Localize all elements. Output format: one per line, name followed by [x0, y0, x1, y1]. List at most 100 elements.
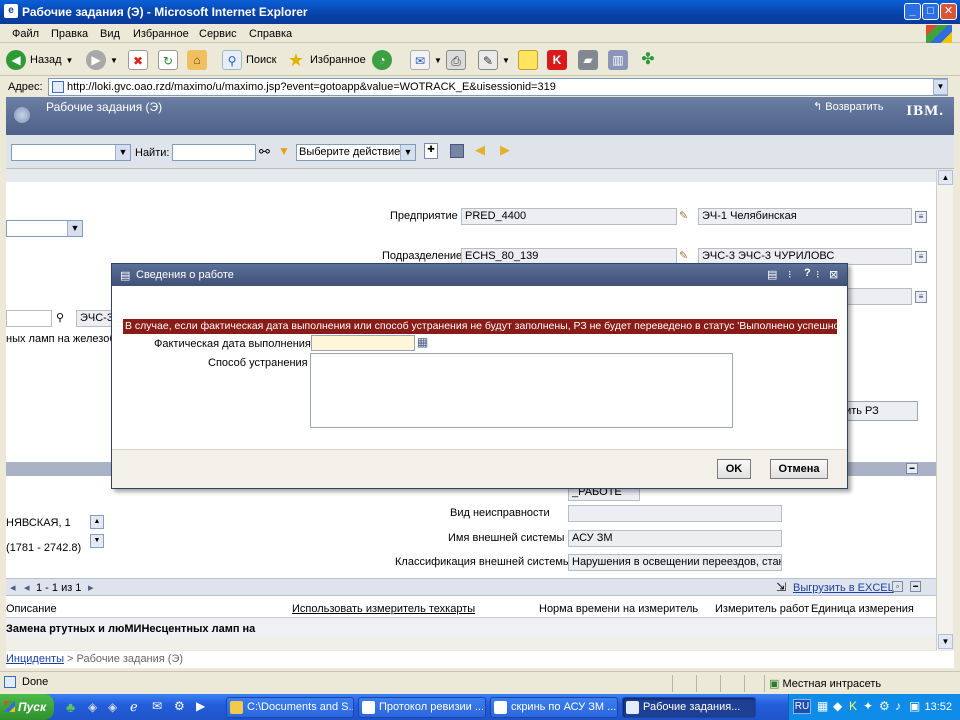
search-button[interactable]: ⚲ Поиск — [222, 49, 276, 71]
stop-button[interactable]: ✖ — [128, 49, 148, 71]
prev-row-icon[interactable]: ◂ — [24, 581, 30, 594]
dialog-menu-icon[interactable]: ⁝ — [788, 268, 792, 281]
save-icon[interactable] — [450, 144, 464, 158]
tray-kaspersky-icon[interactable]: K — [849, 699, 857, 713]
find-input[interactable] — [172, 144, 256, 161]
left-code-field[interactable]: ЭЧС-3 — [76, 310, 112, 327]
tool-button[interactable]: ▰ — [578, 49, 598, 71]
col-time-norm[interactable]: Норма времени на измеритель — [539, 603, 698, 615]
lookup-icon[interactable]: ≡ — [915, 291, 927, 303]
breadcrumb-parent[interactable]: Инциденты — [6, 653, 64, 665]
actual-date-input[interactable] — [311, 335, 415, 351]
scroll-down-icon[interactable]: ▼ — [90, 534, 104, 548]
return-link[interactable]: ↰ Возвратить — [813, 100, 883, 113]
menu-edit[interactable]: Правка — [51, 28, 88, 40]
lookup-icon[interactable]: ≡ — [915, 251, 927, 263]
prev-page-icon[interactable]: ◂ — [10, 581, 16, 594]
query-select[interactable]: ▼ — [11, 144, 131, 161]
ext-class-field[interactable]: Нарушения в освещении переездов, станци — [568, 554, 782, 571]
lookup-icon[interactable]: ≡ — [915, 211, 927, 223]
tray-volume-icon[interactable]: ♪ — [895, 699, 901, 713]
history-button[interactable]: ◔ — [372, 49, 392, 71]
research-button[interactable]: ▥ — [608, 49, 628, 71]
address-dropdown-button[interactable]: ▼ — [933, 79, 948, 95]
task-word-protocol[interactable]: Протокол ревизии ... — [358, 697, 486, 718]
horizontal-scrollbar[interactable] — [6, 638, 936, 650]
menu-favorites[interactable]: Избранное — [133, 28, 189, 40]
table-row[interactable]: Замена ртутных и люМИНесцентных ламп на — [6, 617, 936, 639]
dialog-close-icon[interactable]: ⊠ — [829, 268, 838, 281]
quicklaunch-app-icon[interactable]: ◈ — [88, 700, 97, 714]
mail-button[interactable]: ✉ ▼ — [410, 49, 442, 71]
task-ie-workorders[interactable]: Рабочие задания... — [622, 697, 756, 718]
messenger-button[interactable]: ✤ — [638, 49, 658, 71]
vertical-scrollbar[interactable]: ▲ ▼ — [936, 170, 953, 650]
binoculars-icon[interactable]: ⚯ — [259, 144, 270, 160]
menu-tools[interactable]: Сервис — [199, 28, 237, 40]
export-excel-link[interactable]: Выгрузить в EXCEL — [793, 582, 894, 594]
detail-menu-icon[interactable]: ✎ — [679, 249, 688, 262]
minimize-button[interactable]: _ — [904, 3, 921, 20]
tray-network-icon[interactable]: ▦ — [817, 699, 828, 713]
table-settings-icon[interactable]: ▫ — [892, 581, 903, 592]
address-input[interactable]: http://loki.gvc.oao.rzd/maximo/u/maximo.… — [48, 78, 948, 96]
task-word-screens[interactable]: скринь по АСУ ЗМ ... — [490, 697, 618, 718]
collapse-icon[interactable]: ━ — [910, 581, 921, 592]
quicklaunch-app-icon[interactable]: ◈ — [108, 700, 117, 714]
maximize-button[interactable]: □ — [922, 3, 939, 20]
dialog-help-icon[interactable]: ? — [804, 267, 811, 279]
enterprise-name-field[interactable]: ЭЧ-1 Челябинская — [698, 208, 912, 225]
magnifier-icon[interactable]: ⚲ — [56, 311, 64, 324]
favorites-button[interactable]: ★ Избранное — [286, 49, 366, 71]
note-button[interactable] — [518, 49, 538, 71]
next-page-icon[interactable]: ▸ — [88, 581, 94, 594]
calendar-icon[interactable]: ▦ — [417, 335, 428, 349]
menu-view[interactable]: Вид — [100, 28, 120, 40]
language-indicator[interactable]: RU — [793, 699, 811, 714]
home-button[interactable]: ⌂ — [187, 49, 207, 71]
quicklaunch-media-icon[interactable]: ▶ — [196, 699, 205, 713]
back-button[interactable]: ◀ Назад ▼ — [6, 49, 73, 71]
quicklaunch-mail-icon[interactable]: ✉ — [152, 699, 162, 713]
detail-menu-icon[interactable]: ✎ — [679, 209, 688, 222]
refresh-button[interactable]: ↻ — [158, 49, 178, 71]
menu-file[interactable]: Файл — [12, 28, 39, 40]
enterprise-code-field[interactable]: PRED_4400 — [461, 208, 677, 225]
task-explorer[interactable]: C:\Documents and S... — [226, 697, 354, 718]
quicklaunch-app-icon[interactable]: ⚙ — [174, 699, 185, 713]
previous-icon[interactable]: ◀ — [475, 142, 485, 158]
fault-type-field[interactable] — [568, 505, 782, 522]
scroll-up-icon[interactable]: ▲ — [938, 170, 953, 185]
new-record-icon[interactable]: ✚ — [424, 143, 438, 159]
next-icon[interactable]: ▶ — [500, 142, 510, 158]
forward-button[interactable]: ▶ ▼ — [86, 49, 118, 71]
right-field[interactable] — [844, 288, 912, 305]
tray-shield-icon[interactable]: ◆ — [833, 699, 842, 713]
menu-help[interactable]: Справка — [249, 28, 292, 40]
ok-button[interactable]: OK — [717, 459, 751, 479]
edit-button[interactable]: ✎ ▼ — [478, 49, 510, 71]
filter-icon[interactable]: ▼ — [278, 144, 290, 158]
dialog-menu-icon[interactable]: ⁝ — [816, 268, 820, 281]
action-select[interactable]: Выберите действие ▼ — [296, 144, 416, 161]
tray-app-icon[interactable]: ⚙ — [879, 699, 890, 713]
method-textarea[interactable] — [310, 353, 733, 428]
col-meter[interactable]: Измеритель работ — [715, 603, 809, 615]
export-icon[interactable]: ⇲ — [776, 580, 786, 594]
print-button[interactable]: ⎙ — [446, 49, 466, 71]
left-search-field[interactable] — [6, 310, 52, 327]
tray-monitor-icon[interactable]: ▣ — [909, 699, 920, 713]
start-button[interactable]: Пуск — [0, 694, 54, 720]
cancel-button[interactable]: Отмена — [770, 459, 828, 479]
scroll-down-icon[interactable]: ▼ — [938, 634, 953, 649]
quicklaunch-tree-icon[interactable]: ♣ — [66, 699, 75, 715]
tray-app-icon[interactable]: ✦ — [863, 699, 873, 713]
collapse-icon[interactable]: ━ — [906, 463, 918, 474]
col-unit[interactable]: Единица измерения — [811, 603, 914, 615]
antivirus-button[interactable]: K — [547, 49, 567, 71]
quicklaunch-ie-icon[interactable]: ℯ — [130, 699, 138, 715]
ext-system-field[interactable]: АСУ ЗМ — [568, 530, 782, 547]
scroll-up-icon[interactable]: ▲ — [90, 515, 104, 529]
col-use-meter[interactable]: Использовать измеритель техкарты — [292, 603, 475, 615]
col-description[interactable]: Описание — [6, 603, 57, 615]
